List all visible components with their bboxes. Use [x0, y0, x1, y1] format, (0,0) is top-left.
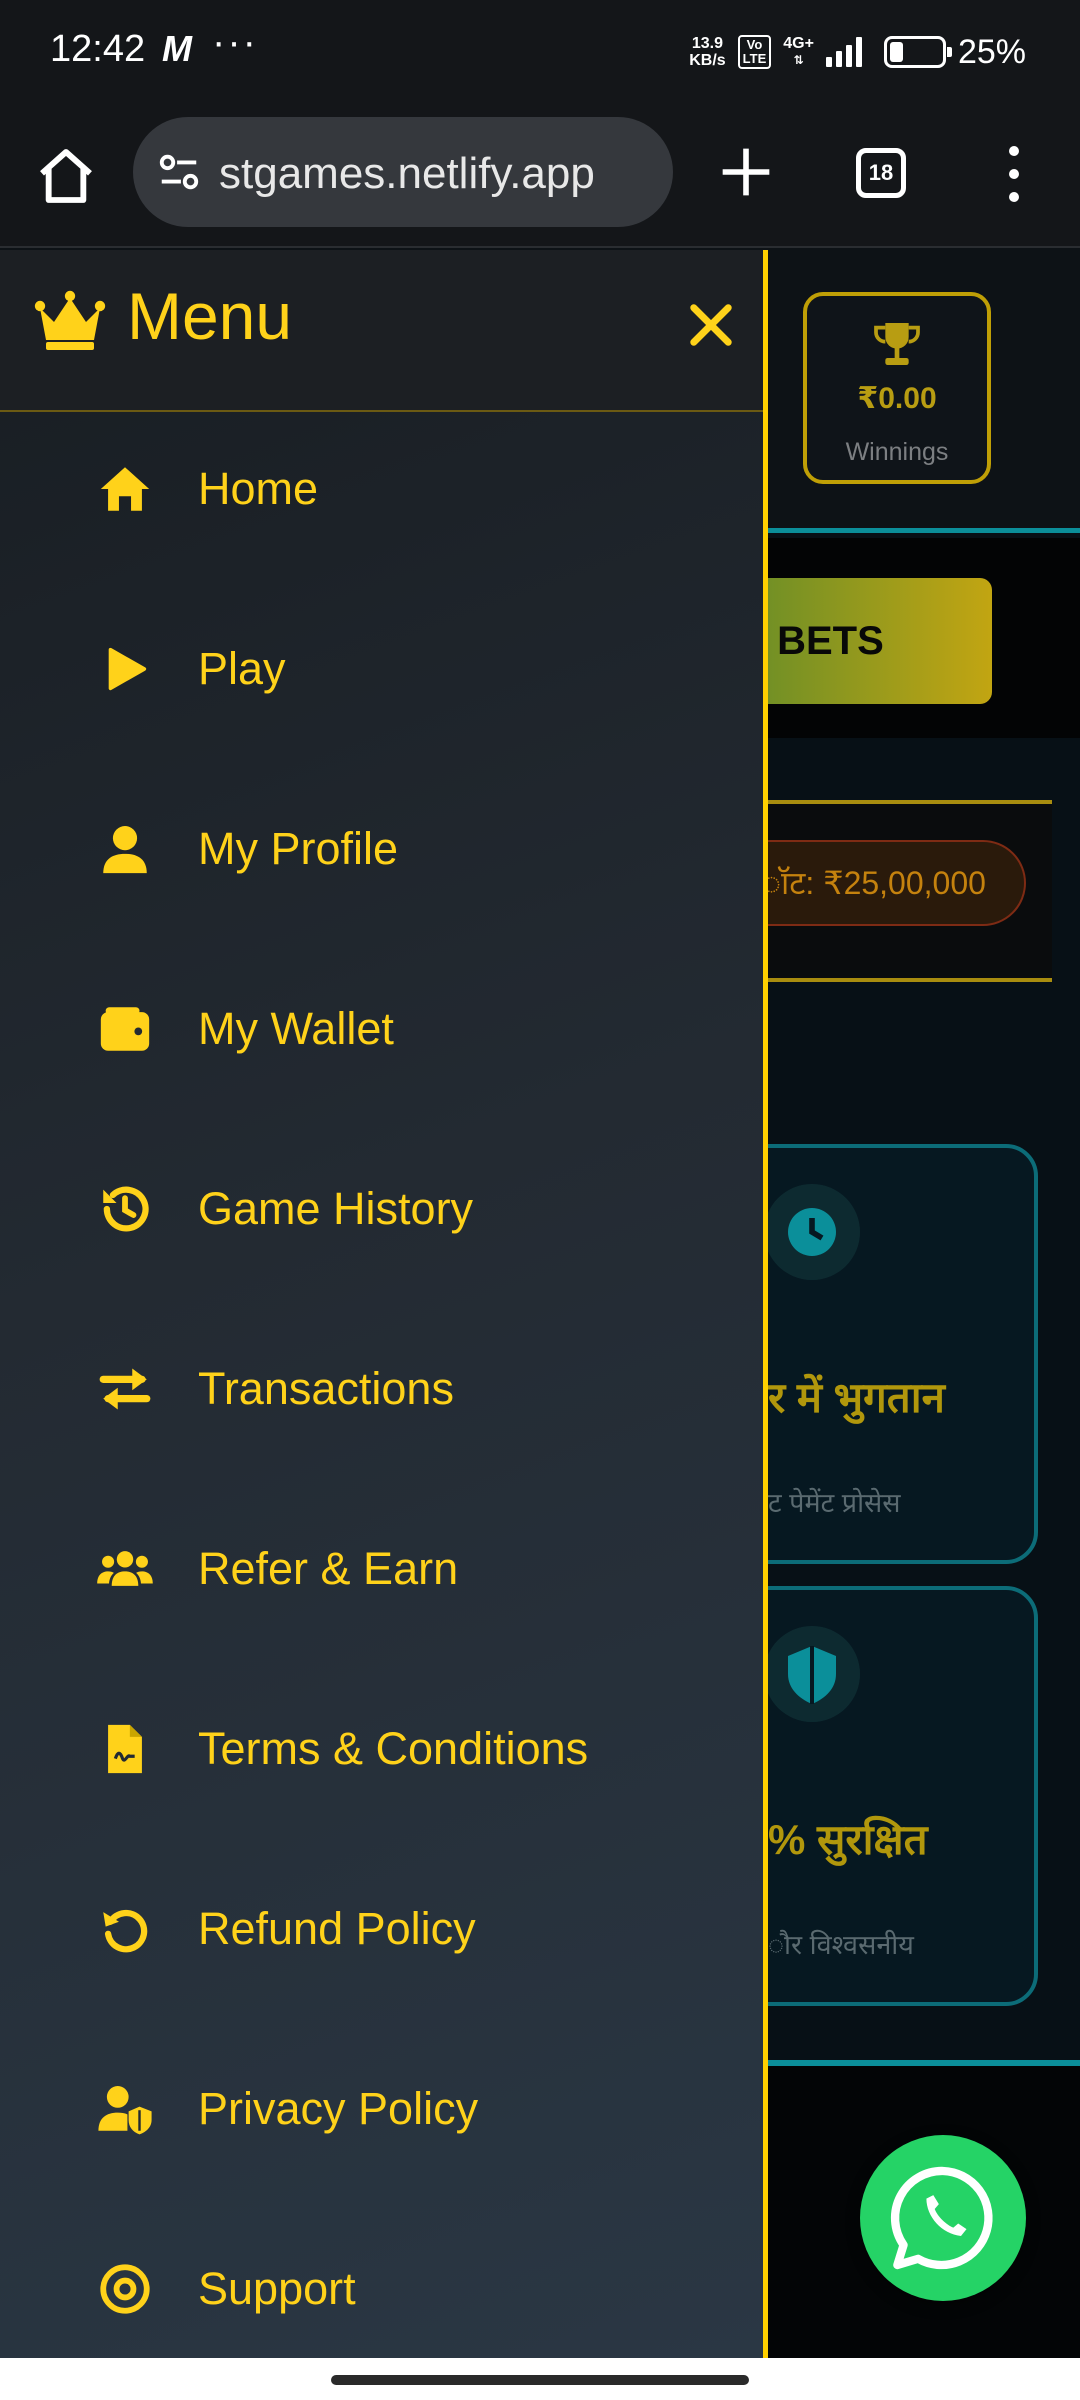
network-speed-value: 13.9 — [691, 35, 723, 52]
feature-title: र में भुगतान — [768, 1374, 945, 1421]
refund-icon — [103, 1909, 148, 1953]
shield-icon — [764, 1626, 860, 1722]
transfer-icon — [99, 1368, 151, 1410]
close-icon[interactable] — [688, 302, 734, 348]
signal-icon — [825, 37, 862, 67]
user-shield-icon — [98, 2086, 152, 2135]
play-icon — [108, 647, 147, 691]
menu-item-support[interactable]: Support — [0, 2260, 763, 2358]
menu-item-game-history[interactable]: Game History — [0, 1180, 763, 1360]
menu-item-refund-policy[interactable]: Refund Policy — [0, 1900, 763, 2080]
feature-subtitle: ौर विश्वसनीय — [768, 1930, 914, 1960]
menu-title: Menu — [127, 279, 293, 353]
menu-item-label: Home — [198, 463, 319, 514]
status-bar: 12:42 M ··· 13.9 KB/s Vo LTE 4G+ ⇅ 25% — [0, 0, 1080, 104]
menu-item-label: Play — [198, 643, 286, 694]
menu-item-transactions[interactable]: Transactions — [0, 1360, 763, 1540]
home-icon[interactable] — [34, 144, 98, 208]
user-icon — [103, 826, 147, 874]
menu-item-refer-earn[interactable]: Refer & Earn — [0, 1540, 763, 1720]
support-icon — [100, 2264, 150, 2314]
tab-switcher-button[interactable]: 18 — [856, 148, 906, 198]
volte-top: Vo — [746, 37, 763, 52]
winnings-label: Winnings — [845, 438, 949, 466]
trophy-icon — [874, 323, 920, 365]
home-icon — [100, 467, 150, 511]
winnings-card: ₹0.00 Winnings — [803, 292, 991, 484]
battery-percent: 25% — [957, 32, 1026, 71]
menu-item-privacy-policy[interactable]: Privacy Policy — [0, 2080, 763, 2260]
menu-item-label: Privacy Policy — [198, 2083, 479, 2134]
carrier-icon: M — [162, 28, 192, 69]
menu-item-label: Support — [198, 2263, 356, 2314]
address-bar[interactable]: stgames.netlify.app — [133, 117, 673, 227]
feature-title: % सुरक्षित — [768, 1816, 928, 1863]
document-icon — [108, 1724, 142, 1774]
status-time: 12:42 — [50, 28, 146, 70]
volte-icon: Vo LTE — [737, 35, 772, 69]
new-tab-icon[interactable] — [718, 144, 774, 200]
menu-item-label: Game History — [198, 1183, 474, 1234]
battery-icon — [883, 36, 952, 68]
volte-bottom: LTE — [742, 51, 767, 66]
more-notifications-icon: ··· — [212, 20, 258, 64]
menu-item-label: Transactions — [198, 1363, 454, 1414]
browser-toolbar: stgames.netlify.app 18 — [0, 104, 1080, 248]
url-text[interactable]: stgames.netlify.app — [219, 149, 595, 199]
menu-item-label: Refer & Earn — [198, 1543, 459, 1594]
menu-list: Home Play My Profile My Wallet Game Hist… — [0, 460, 763, 2358]
whatsapp-icon — [890, 2166, 993, 2270]
feature-subtitle: ट पेमेंट प्रोसेस — [768, 1488, 901, 1518]
network-speed: 13.9 KB/s — [689, 35, 725, 69]
menu-item-label: My Profile — [198, 823, 399, 874]
menu-header: Menu — [0, 250, 763, 412]
menu-item-label: My Wallet — [198, 1003, 394, 1054]
side-menu: Menu Home Play My Profile My Wallet Game… — [0, 250, 768, 2358]
clock-icon — [764, 1184, 860, 1280]
network-speed-unit: KB/s — [689, 52, 726, 69]
more-options-icon[interactable] — [1000, 146, 1028, 202]
winnings-amount: ₹0.00 — [857, 382, 937, 415]
system-nav-bar — [0, 2358, 1080, 2400]
network-type-label: 4G+ — [783, 35, 814, 52]
wallet-icon — [100, 1007, 150, 1051]
menu-item-play[interactable]: Play — [0, 640, 763, 820]
menu-item-terms-conditions[interactable]: Terms & Conditions — [0, 1720, 763, 1900]
history-icon — [103, 1186, 149, 1232]
menu-item-home[interactable]: Home — [0, 460, 763, 640]
site-settings-icon[interactable] — [155, 149, 203, 195]
menu-item-label: Refund Policy — [198, 1903, 476, 1954]
whatsapp-button[interactable] — [860, 2135, 1026, 2301]
users-icon — [97, 1551, 153, 1586]
gesture-handle[interactable] — [331, 2375, 749, 2385]
network-type: 4G+ ⇅ — [783, 35, 814, 67]
menu-item-my-profile[interactable]: My Profile — [0, 820, 763, 1000]
menu-item-my-wallet[interactable]: My Wallet — [0, 1000, 763, 1180]
menu-item-label: Terms & Conditions — [198, 1723, 589, 1774]
crown-icon — [34, 290, 106, 350]
